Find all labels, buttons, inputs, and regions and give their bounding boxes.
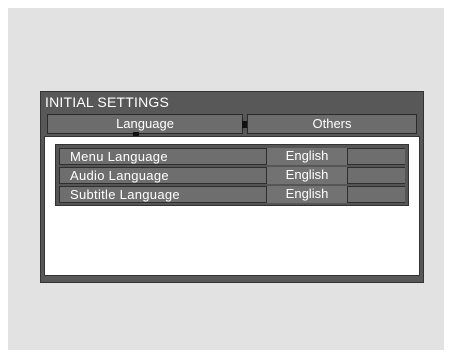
setting-spacer <box>349 168 405 183</box>
setting-row-menu-language[interactable]: Menu Language English <box>59 148 405 165</box>
initial-settings-dialog: INITIAL SETTINGS Language Others Menu La… <box>40 91 424 283</box>
setting-row-subtitle-language[interactable]: Subtitle Language English <box>59 186 405 203</box>
setting-spacer <box>349 149 405 164</box>
setting-value[interactable]: English <box>266 148 348 165</box>
setting-value[interactable]: English <box>266 186 348 203</box>
language-settings-panel: Menu Language English Audio Language Eng… <box>44 136 420 276</box>
setting-value[interactable]: English <box>266 167 348 184</box>
setting-label: Subtitle Language <box>70 187 180 202</box>
setting-label: Audio Language <box>70 168 169 183</box>
tab-others-label: Others <box>312 116 352 131</box>
dialog-title: INITIAL SETTINGS <box>45 94 170 110</box>
settings-list: Menu Language English Audio Language Eng… <box>55 144 409 206</box>
setting-spacer <box>349 187 405 202</box>
setting-label: Menu Language <box>70 149 168 164</box>
tab-language-label: Language <box>116 116 174 131</box>
tab-language[interactable]: Language <box>47 114 243 134</box>
setting-row-audio-language[interactable]: Audio Language English <box>59 167 405 184</box>
tab-others[interactable]: Others <box>247 114 417 134</box>
